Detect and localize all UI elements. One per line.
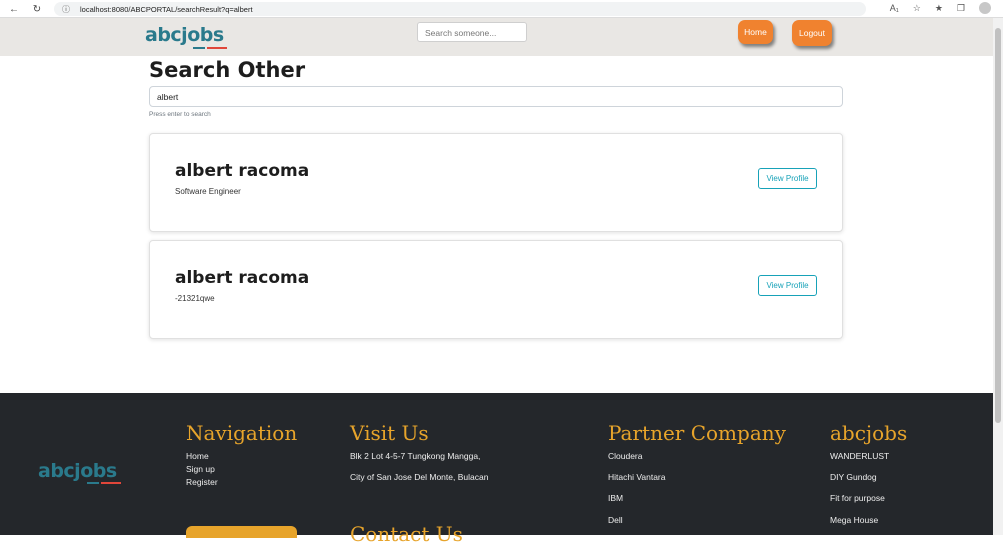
view-profile-button[interactable]: View Profile: [758, 168, 817, 189]
footer-address-line: Blk 2 Lot 4-5-7 Tungkong Mangga,: [350, 451, 481, 461]
footer-partner-item[interactable]: Cloudera: [608, 451, 643, 461]
profile-avatar-icon[interactable]: [979, 2, 991, 14]
footer-visit-title: Visit Us: [350, 421, 429, 445]
footer-abcjobs-title: abcjobs: [830, 421, 908, 445]
footer-abcjobs-item[interactable]: Mega House: [830, 515, 878, 525]
footer-partner-title: Partner Company: [608, 421, 786, 445]
reload-icon[interactable]: ↻: [30, 2, 44, 16]
result-card: albert racoma Software Engineer View Pro…: [149, 133, 843, 232]
site-footer: abcjobs Navigation Home Sign up Register…: [0, 393, 993, 546]
result-card: albert racoma -21321qwe View Profile: [149, 240, 843, 339]
info-icon[interactable]: ⓘ: [62, 4, 70, 15]
result-name: albert racoma: [175, 161, 310, 181]
header-logo[interactable]: abcjobs: [145, 24, 224, 46]
footer-nav-home[interactable]: Home: [186, 451, 209, 461]
search-input[interactable]: albert: [149, 86, 843, 107]
footer-abcjobs-item[interactable]: DIY Gundog: [830, 472, 877, 482]
footer-partner-item[interactable]: Dell: [608, 515, 623, 525]
page-scrollbar[interactable]: [993, 18, 1003, 535]
logo-underline: [193, 47, 205, 49]
logo-underline-red: [207, 47, 227, 49]
footer-abcjobs-item[interactable]: WANDERLUST: [830, 451, 889, 461]
collections-icon[interactable]: ❐: [957, 3, 965, 14]
browser-toolbar: ← ↻ ⓘ localhost:8080/ABCPORTAL/searchRes…: [0, 0, 1003, 18]
footer-address-line: City of San Jose Del Monte, Bulacan: [350, 472, 489, 482]
result-subtitle: -21321qwe: [175, 294, 215, 303]
result-subtitle: Software Engineer: [175, 187, 241, 196]
back-arrow-icon[interactable]: ←: [7, 2, 21, 16]
logout-button[interactable]: Logout: [792, 20, 832, 46]
url-text: localhost:8080/ABCPORTAL/searchResult?q=…: [80, 4, 253, 14]
footer-nav-register[interactable]: Register: [186, 477, 218, 487]
read-aloud-icon[interactable]: A₁: [890, 3, 899, 13]
footer-subscribe-button[interactable]: [186, 526, 297, 538]
result-name: albert racoma: [175, 268, 310, 288]
browser-actions: A₁ ☆ ★ ❐: [890, 2, 991, 14]
search-hint: Press enter to search: [149, 111, 211, 118]
footer-abcjobs-item[interactable]: Fit for purpose: [830, 493, 885, 503]
footer-nav-signup[interactable]: Sign up: [186, 464, 215, 474]
page-title: Search Other: [149, 58, 306, 82]
home-button[interactable]: Home: [738, 20, 773, 44]
footer-partner-item[interactable]: IBM: [608, 493, 623, 503]
scrollbar-thumb[interactable]: [995, 28, 1001, 423]
header-search-input[interactable]: Search someone...: [417, 22, 527, 42]
view-profile-button[interactable]: View Profile: [758, 275, 817, 296]
footer-navigation-title: Navigation: [186, 421, 298, 445]
site-header: abcjobs Search someone... Home Logout: [0, 18, 993, 56]
footer-contact-title: Contact Us: [350, 522, 463, 546]
address-bar[interactable]: ⓘ localhost:8080/ABCPORTAL/searchResult?…: [54, 2, 866, 16]
footer-partner-item[interactable]: Hitachi Vantara: [608, 472, 665, 482]
favorite-icon[interactable]: ☆: [913, 3, 921, 14]
footer-logo-underline-red: [101, 482, 121, 484]
footer-logo-underline: [87, 482, 99, 484]
favorites-icon[interactable]: ★: [935, 3, 943, 14]
footer-logo[interactable]: abcjobs: [38, 460, 117, 482]
